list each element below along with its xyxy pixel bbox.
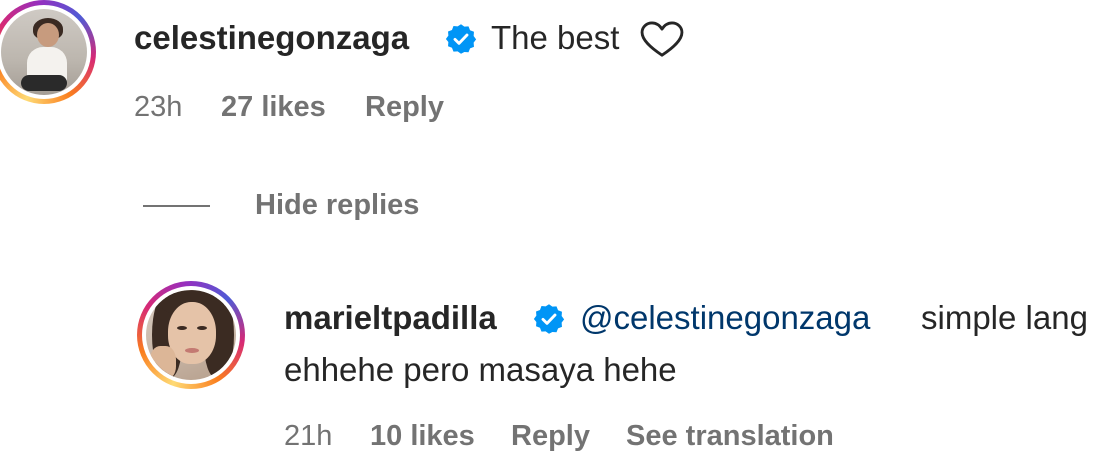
heart-outline-icon	[640, 21, 684, 57]
reply-button[interactable]: Reply	[365, 89, 444, 125]
avatar-celestinegonzaga[interactable]	[0, 0, 96, 104]
reply-button[interactable]: Reply	[511, 418, 590, 454]
comment-thread: celestinegonzaga The best 23h 27 likes R…	[0, 0, 1120, 471]
comment-timestamp[interactable]: 23h	[134, 89, 182, 125]
replies-divider	[143, 205, 210, 207]
avatar-marieltpadilla[interactable]	[137, 281, 245, 389]
comment-username[interactable]: celestinegonzaga	[134, 18, 409, 58]
mention-link[interactable]: @celestinegonzaga	[580, 298, 870, 338]
reply-text-line-2: ehhehe pero masaya hehe	[284, 351, 677, 388]
reply-likes-count[interactable]: 10 likes	[370, 418, 475, 454]
comment-text: The best	[491, 19, 620, 56]
comment-likes-count[interactable]: 27 likes	[221, 89, 326, 125]
avatar-photo	[146, 290, 236, 380]
reply-timestamp[interactable]: 21h	[284, 418, 332, 454]
see-translation-button[interactable]: See translation	[626, 418, 834, 454]
reply-username[interactable]: marieltpadilla	[284, 298, 497, 338]
avatar-photo	[1, 9, 87, 95]
hide-replies-button[interactable]: Hide replies	[255, 187, 419, 223]
verified-badge-icon	[533, 304, 565, 334]
verified-badge-icon	[445, 24, 477, 54]
reply-text-line-1: simple lang	[921, 299, 1088, 336]
